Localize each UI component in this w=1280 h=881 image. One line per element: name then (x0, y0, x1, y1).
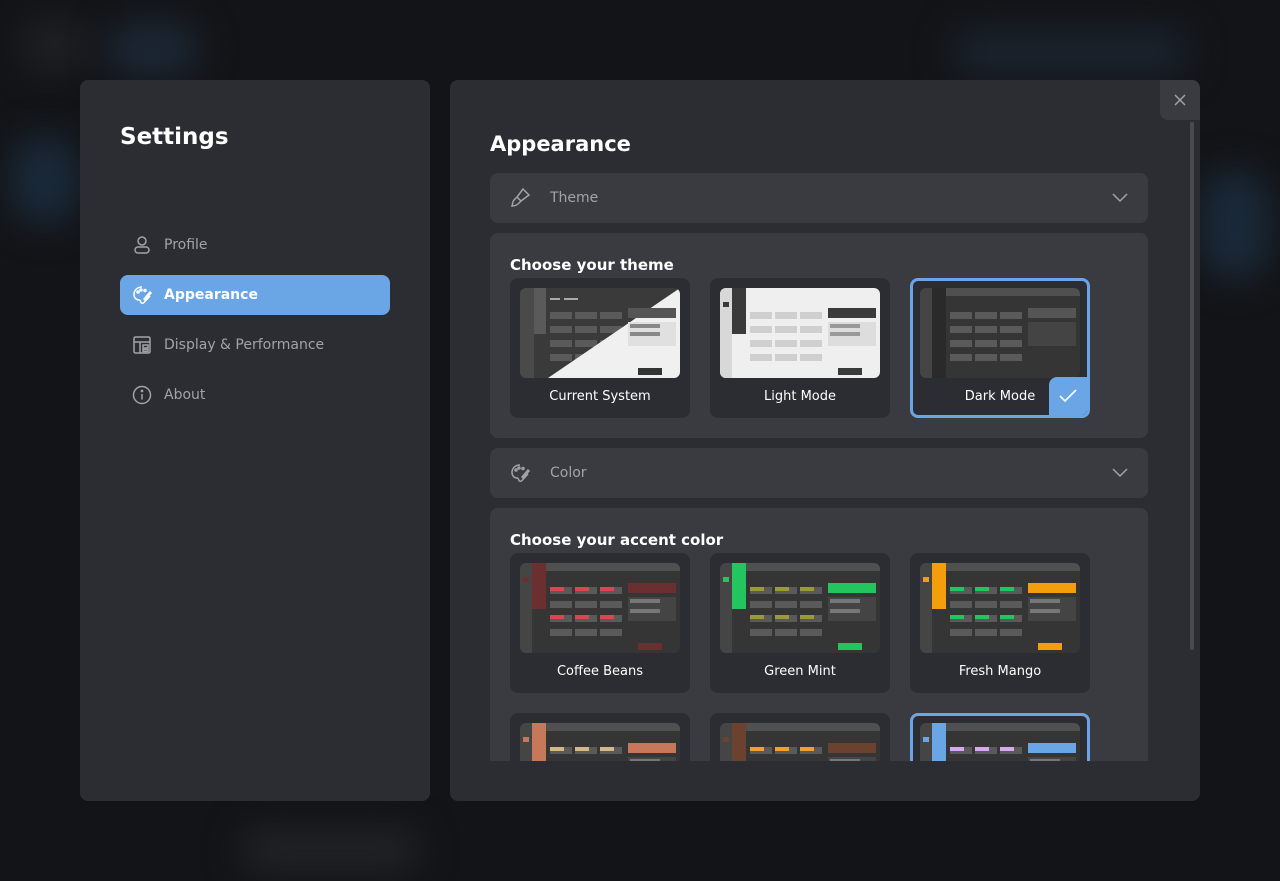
color-preview (720, 723, 880, 761)
option-label: Fresh Mango (958, 664, 1042, 679)
option-label: Current System (549, 389, 651, 404)
theme-option-light-mode[interactable]: Light Mode (710, 278, 890, 418)
theme-option-current-system[interactable]: Current System (510, 278, 690, 418)
color-option[interactable]: Green Mint (710, 553, 890, 693)
theme-preview-system (520, 288, 680, 378)
option-label: Coffee Beans (556, 664, 643, 679)
sidebar-item-about[interactable]: About (120, 375, 390, 415)
chevron-down-icon (1112, 193, 1128, 203)
check-icon (1059, 389, 1077, 403)
theme-option-dark-mode[interactable]: Dark Mode (910, 278, 1090, 418)
sidebar-item-display-performance[interactable]: Display & Performance (120, 325, 390, 365)
sidebar-item-label: Display & Performance (164, 337, 325, 353)
theme-accordion[interactable]: Theme (490, 173, 1148, 223)
option-label: Light Mode (764, 389, 836, 404)
color-preview (520, 723, 680, 761)
palette-icon (130, 283, 154, 307)
settings-main-panel: Appearance Theme Choose your theme Curre… (450, 80, 1200, 801)
theme-preview-dark (920, 288, 1080, 378)
color-preview (920, 723, 1080, 761)
color-option[interactable] (510, 713, 690, 761)
color-section: Choose your accent color Coffee Beans Gr… (490, 508, 1148, 761)
sidebar-item-profile[interactable]: Profile (120, 225, 390, 265)
sidebar-nav: Profile Appearance Display & Performance (120, 225, 390, 425)
accordion-label: Color (550, 465, 587, 481)
user-icon (130, 233, 154, 257)
color-preview (920, 563, 1080, 653)
accordion-label: Theme (550, 190, 599, 206)
brush-icon (508, 187, 532, 209)
option-label: Green Mint (764, 664, 836, 679)
color-preview (720, 563, 880, 653)
layout-icon (130, 333, 154, 357)
close-icon (1174, 94, 1186, 106)
sidebar-item-appearance[interactable]: Appearance (120, 275, 390, 315)
scrollbar[interactable] (1190, 122, 1194, 650)
palette-icon (508, 462, 532, 484)
sidebar-item-label: Appearance (164, 287, 258, 303)
selected-check (1049, 377, 1087, 415)
color-preview (520, 563, 680, 653)
info-icon (130, 383, 154, 407)
color-option[interactable] (910, 713, 1090, 761)
sidebar-item-label: About (164, 387, 206, 403)
sidebar-item-label: Profile (164, 237, 208, 253)
main-content: Appearance Theme Choose your theme Curre… (490, 80, 1148, 761)
color-accordion[interactable]: Color (490, 448, 1148, 498)
color-option[interactable] (710, 713, 890, 761)
chevron-down-icon (1112, 468, 1128, 478)
page-title: Appearance (490, 132, 631, 156)
color-option[interactable]: Fresh Mango (910, 553, 1090, 693)
color-option[interactable]: Coffee Beans (510, 553, 690, 693)
section-title: Choose your theme (510, 256, 674, 274)
theme-section: Choose your theme Current System Light M… (490, 233, 1148, 438)
settings-sidebar: Settings Profile Appearance Display & Pe… (80, 80, 430, 801)
section-title: Choose your accent color (510, 531, 724, 549)
sidebar-title: Settings (120, 124, 229, 150)
close-button[interactable] (1160, 80, 1200, 120)
theme-preview-light (720, 288, 880, 378)
